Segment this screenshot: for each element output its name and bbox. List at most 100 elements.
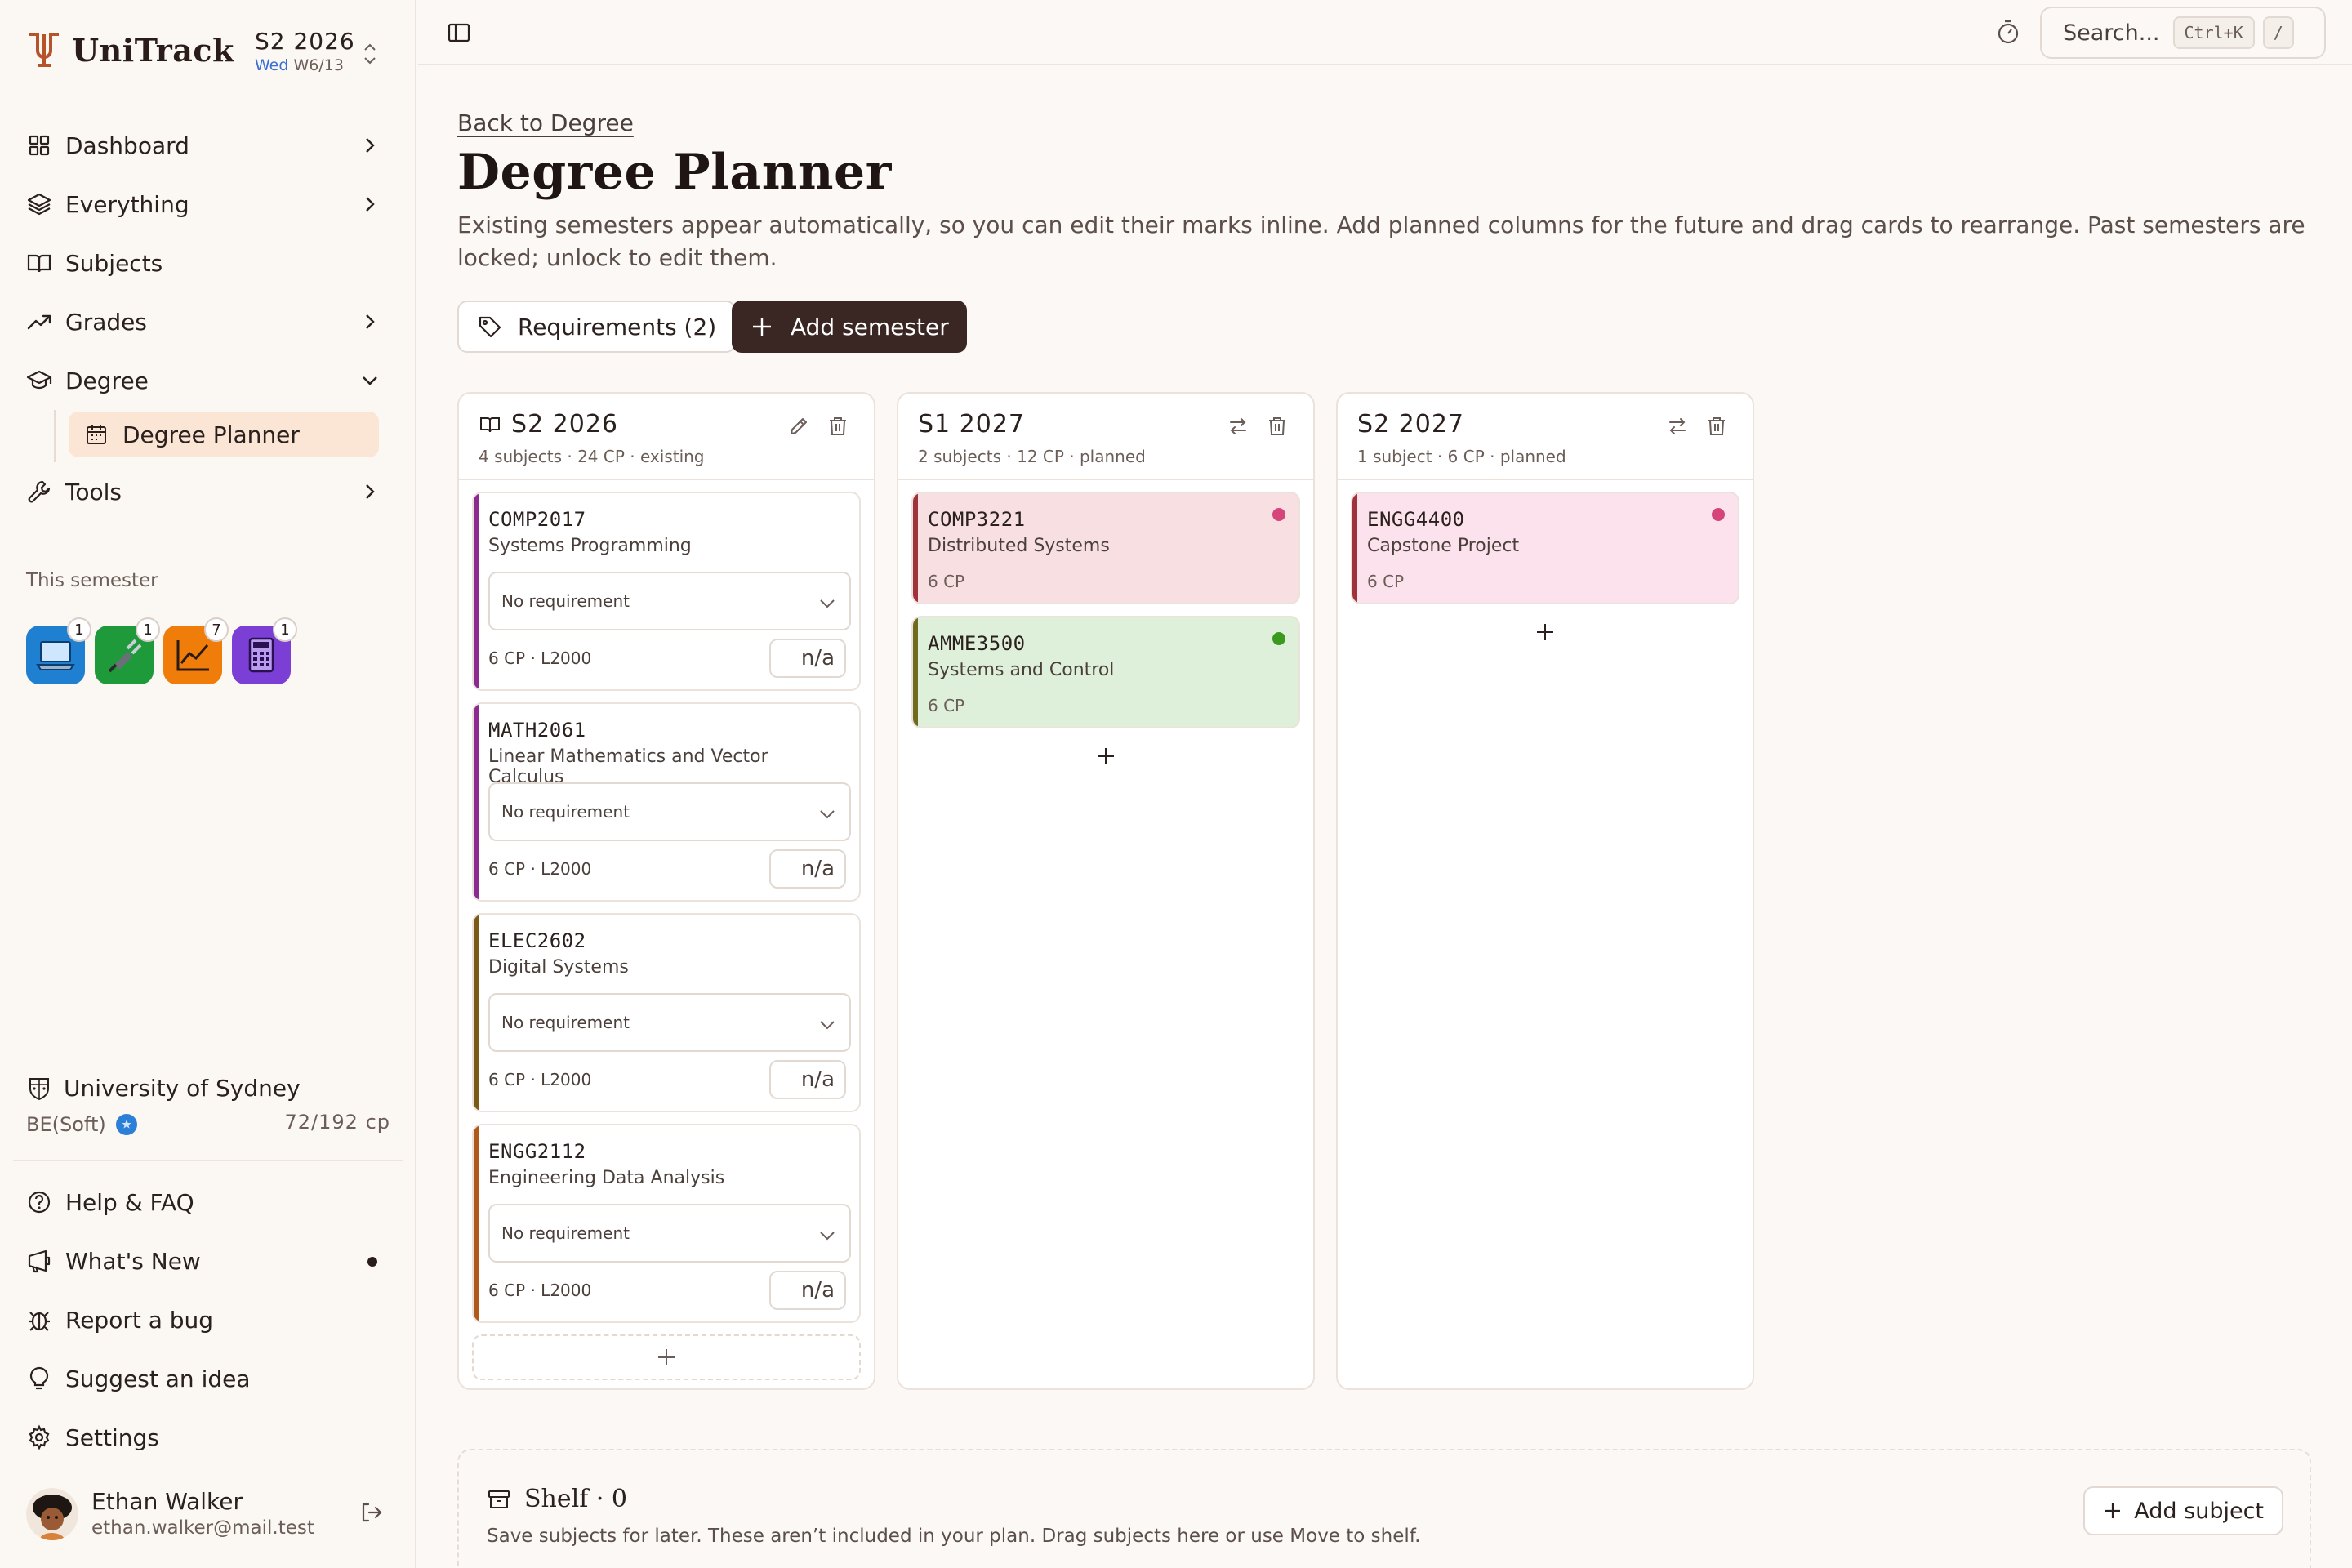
this-semester-label: This semester <box>26 570 158 591</box>
plug-icon <box>108 639 142 673</box>
chevron-right-icon <box>366 197 375 212</box>
laptop-icon <box>36 641 75 670</box>
plus-icon <box>753 318 771 336</box>
nav-degree[interactable]: Degree <box>13 351 403 410</box>
wrench-icon <box>28 480 51 503</box>
mark-input[interactable]: n/a <box>769 639 846 678</box>
nav-grades[interactable]: Grades <box>13 292 403 351</box>
column-meta: 4 subjects · 24 CP · existing <box>479 447 705 466</box>
plus-icon <box>658 1349 675 1365</box>
subject-name: Systems Programming <box>488 536 692 556</box>
logout-icon[interactable] <box>358 1499 384 1526</box>
column-title: S2 2027 <box>1357 410 1465 439</box>
app-tile-laptop[interactable]: 1 <box>26 617 91 684</box>
trash-icon[interactable] <box>1266 415 1289 438</box>
nav-everything[interactable]: Everything <box>13 175 403 234</box>
megaphone-icon <box>28 1250 51 1273</box>
swap-icon[interactable] <box>1666 415 1689 438</box>
semester-switcher[interactable]: S2 2026 Wed W6/13 <box>255 28 385 80</box>
chevron-down-icon <box>820 599 835 608</box>
subject-card[interactable]: ENGG2112 Engineering Data Analysis No re… <box>472 1124 861 1323</box>
chevron-right-icon <box>366 314 375 329</box>
chevron-down-icon <box>820 1021 835 1030</box>
university-name-row: University of Sydney <box>26 1075 394 1102</box>
nav-settings[interactable]: Settings <box>13 1408 403 1467</box>
nav-label: Tools <box>65 478 122 506</box>
nav-label: What's New <box>65 1247 201 1275</box>
add-subject-button[interactable]: Add subject <box>2083 1486 2283 1535</box>
nav-sub-label: Degree Planner <box>122 421 300 448</box>
nav-help[interactable]: Help & FAQ <box>13 1173 403 1232</box>
nav-report-bug[interactable]: Report a bug <box>13 1290 403 1349</box>
status-dot <box>1272 508 1285 521</box>
main-nav: Dashboard Everything Subjects Grades Deg… <box>13 116 403 521</box>
requirement-select[interactable]: No requirement <box>488 1204 851 1263</box>
trend-icon <box>27 314 51 330</box>
nav-subjects[interactable]: Subjects <box>13 234 403 292</box>
search-box[interactable]: Search... Ctrl+K / <box>2040 7 2326 59</box>
sidebar-divider <box>13 1160 403 1161</box>
nav-whats-new[interactable]: What's New <box>13 1232 403 1290</box>
subject-card[interactable]: ENGG4400 Capstone Project 6 CP <box>1351 492 1740 604</box>
university-card[interactable]: University of Sydney BE(Soft) 72/192 cp <box>26 1075 394 1136</box>
user-profile[interactable]: Ethan Walker ethan.walker@mail.test <box>26 1485 394 1545</box>
nav-degree-planner[interactable]: Degree Planner <box>69 412 379 457</box>
requirements-button[interactable]: Requirements (2) <box>457 301 737 353</box>
requirement-select[interactable]: No requirement <box>488 782 851 841</box>
page-title: Degree Planner <box>457 144 892 201</box>
subject-card[interactable]: COMP3221 Distributed Systems 6 CP <box>911 492 1300 604</box>
sidebar-toggle-icon[interactable] <box>446 20 472 46</box>
nav-label: Grades <box>65 308 147 336</box>
requirement-select[interactable]: No requirement <box>488 993 851 1052</box>
add-semester-button[interactable]: Add semester <box>732 301 967 353</box>
chevron-right-icon <box>366 138 375 153</box>
column-header: S2 2026 4 subjects · 24 CP · existing <box>459 394 874 480</box>
nav-label: Settings <box>65 1423 159 1451</box>
timer-icon[interactable] <box>1994 18 2022 46</box>
mark-input[interactable]: n/a <box>769 1060 846 1099</box>
add-subject-to-column-button[interactable] <box>1338 616 1753 648</box>
subject-card[interactable]: COMP2017 Systems Programming No requirem… <box>472 492 861 691</box>
chevron-down-icon <box>363 376 377 385</box>
shelf-description: Save subjects for later. These aren’t in… <box>487 1526 1421 1547</box>
subject-card[interactable]: MATH2061 Linear Mathematics and Vector C… <box>472 702 861 902</box>
subject-card[interactable]: ELEC2602 Digital Systems No requirement … <box>472 913 861 1112</box>
subject-card[interactable]: AMME3500 Systems and Control 6 CP <box>911 616 1300 728</box>
trash-icon[interactable] <box>826 415 849 438</box>
swap-icon[interactable] <box>1227 415 1250 438</box>
app-tile-plug[interactable]: 1 <box>95 617 160 684</box>
degree-subnav: Degree Planner <box>54 410 403 462</box>
back-to-degree-link[interactable]: Back to Degree <box>457 109 634 136</box>
nav-label: Help & FAQ <box>65 1188 194 1216</box>
app-tile-chart[interactable]: 7 <box>163 617 229 684</box>
app-tile-calculator[interactable]: 1 <box>232 617 297 684</box>
semester-apps: 1 1 7 1 <box>26 617 297 684</box>
subject-code: ENGG4400 <box>1367 508 1465 531</box>
requirement-select[interactable]: No requirement <box>488 572 851 630</box>
page-description: Existing semesters appear automatically,… <box>457 212 2305 271</box>
nav-label: Everything <box>65 190 189 218</box>
edit-icon[interactable] <box>787 415 810 438</box>
subject-meta: 6 CP · L2000 <box>488 1070 592 1089</box>
status-dot <box>1272 632 1285 645</box>
lightbulb-icon <box>29 1366 49 1390</box>
subject-cp: 6 CP <box>928 696 965 715</box>
trash-icon[interactable] <box>1705 415 1728 438</box>
unitrack-logo-icon <box>29 33 59 67</box>
subject-name: Digital Systems <box>488 957 629 978</box>
semester-column: S2 2026 4 subjects · 24 CP · existing CO… <box>457 392 875 1390</box>
nav-dashboard[interactable]: Dashboard <box>13 116 403 175</box>
add-subject-to-column-button[interactable] <box>898 740 1313 773</box>
subject-code: MATH2061 <box>488 719 586 742</box>
nav-label: Dashboard <box>65 131 189 159</box>
nav-tools[interactable]: Tools <box>13 462 403 521</box>
brand[interactable]: UniTrack <box>26 29 234 70</box>
graduation-cap-icon <box>26 370 52 390</box>
add-subject-to-column-button[interactable] <box>472 1334 861 1380</box>
mark-input[interactable]: n/a <box>769 849 846 889</box>
degree-code: BE(Soft) <box>26 1113 106 1136</box>
mark-input[interactable]: n/a <box>769 1271 846 1310</box>
book-open-icon <box>480 416 500 432</box>
nav-label: Subjects <box>65 249 163 277</box>
nav-suggest-idea[interactable]: Suggest an idea <box>13 1349 403 1408</box>
